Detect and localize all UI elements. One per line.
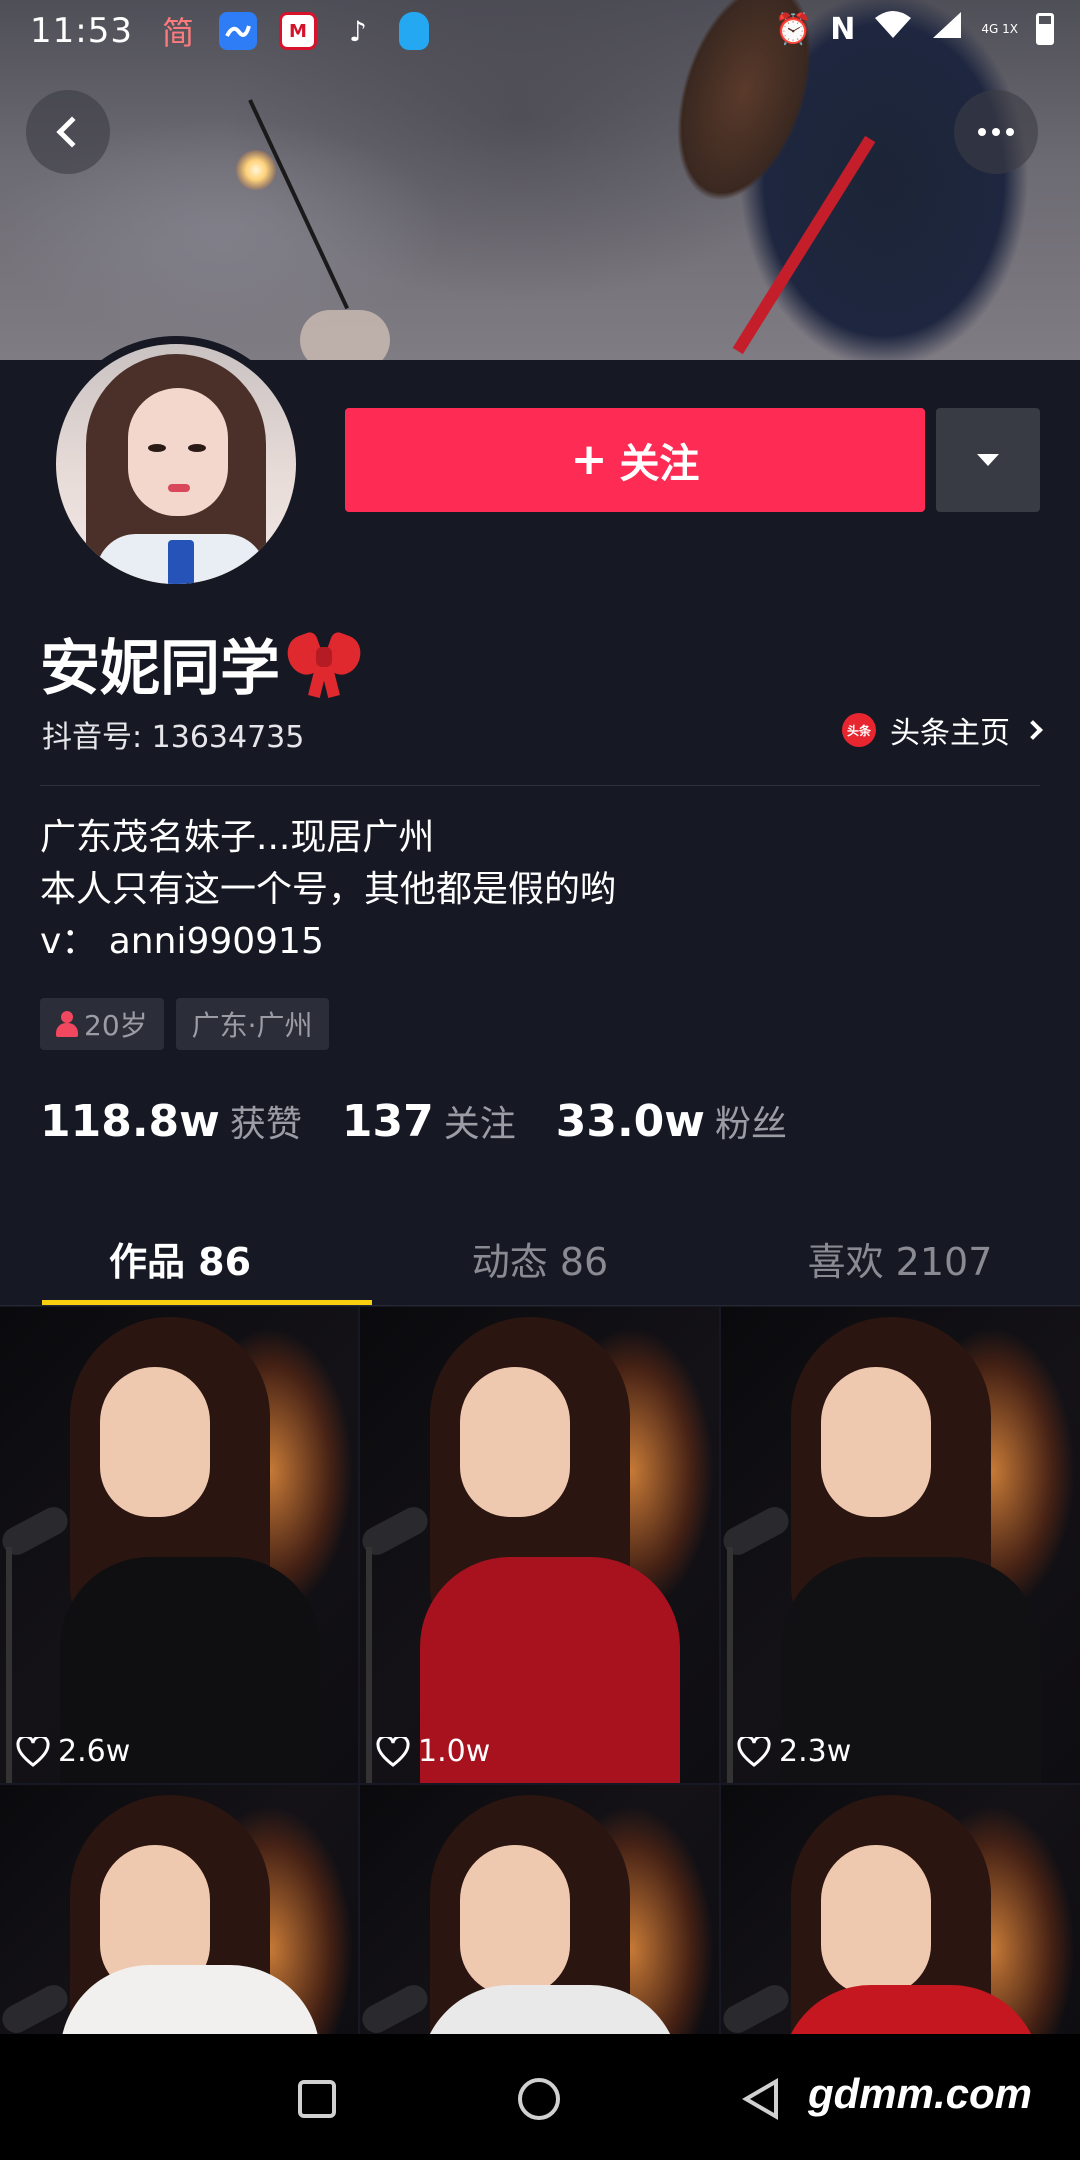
bio: 广东茂名妹子...现居广州 本人只有这一个号，其他都是假的哟 v： anni99… (40, 812, 616, 968)
red-app-icon: M (278, 12, 317, 50)
jian-text-icon: 简 (161, 14, 194, 52)
content-tabs: 作品 86 动态 86 喜欢 2107 (0, 1210, 1080, 1306)
video-thumbnail[interactable] (360, 1785, 719, 2045)
video-likes-count: 2.3w (779, 1734, 852, 1769)
system-back-button[interactable] (742, 2078, 778, 2120)
video-thumbnail[interactable] (0, 1785, 358, 2045)
video-thumbnail[interactable]: 2.6w (0, 1307, 358, 1783)
tiktok-icon: ♪ (349, 14, 367, 48)
follow-button[interactable]: + 关注 (345, 408, 925, 512)
likes-stat: 118.8w 获赞 (40, 1095, 302, 1147)
video-thumbnail[interactable]: 2.3w (721, 1307, 1080, 1783)
age-tag-label: 20岁 (84, 1009, 148, 1042)
blue-app-icon (218, 12, 257, 50)
tab-activity-label: 动态 86 (471, 1239, 609, 1284)
douyin-id: 抖音号: 13634735 (42, 720, 305, 755)
video-likes-count: 1.0w (418, 1734, 491, 1769)
video-thumbnail[interactable]: 1.0w (360, 1307, 719, 1783)
toutiao-label: 头条主页 (890, 716, 1010, 751)
banner-hand (300, 310, 390, 360)
age-tag: 20岁 (40, 998, 164, 1050)
video-likes: 2.6w (16, 1734, 130, 1769)
following-stat[interactable]: 137 关注 (342, 1095, 516, 1147)
sparkler-flame (236, 150, 276, 190)
chevron-right-icon (1023, 720, 1043, 740)
video-likes-count: 2.6w (58, 1734, 131, 1769)
nfc-icon: N (830, 11, 856, 47)
ribbon-bow-icon (282, 629, 366, 699)
video-grid: 2.6w 1.0w 2.3w (0, 1307, 1080, 2045)
followers-stat[interactable]: 33.0w 粉丝 (556, 1095, 787, 1147)
video-likes: 1.0w (376, 1734, 490, 1769)
tab-works-label: 作品 86 (108, 1239, 252, 1284)
following-label: 关注 (443, 1104, 516, 1145)
video-thumbnail[interactable] (721, 1785, 1080, 2045)
toutiao-icon: 头条 (842, 713, 876, 747)
profile-stats: 118.8w 获赞 137 关注 33.0w 粉丝 (40, 1095, 787, 1147)
avatar[interactable] (48, 336, 304, 592)
bio-line: 广东茂名妹子...现居广州 (40, 817, 435, 858)
notification-icons: 简 M ♪ (159, 12, 429, 52)
tab-likes[interactable]: 喜欢 2107 (720, 1210, 1080, 1306)
likes-count: 118.8w (40, 1096, 220, 1147)
tab-activity[interactable]: 动态 86 (360, 1210, 720, 1306)
home-button[interactable] (518, 2078, 560, 2120)
video-likes: 2.3w (737, 1734, 851, 1769)
bio-line: v： anni990915 (40, 921, 324, 962)
watermark: gdmm.com (808, 2070, 1033, 2117)
caret-down-icon (977, 454, 999, 466)
back-button[interactable] (26, 90, 110, 174)
display-name: 安妮同学 (40, 634, 280, 704)
tabs-divider (0, 1305, 1080, 1306)
following-count: 137 (341, 1096, 434, 1147)
tab-works[interactable]: 作品 86 (0, 1210, 372, 1306)
bio-line: 本人只有这一个号，其他都是假的哟 (40, 869, 617, 910)
followers-label: 粉丝 (714, 1104, 787, 1145)
avatar-image (56, 344, 296, 584)
cellular-signal-icon (931, 10, 963, 48)
followers-count: 33.0w (555, 1096, 705, 1147)
recent-apps-button[interactable] (298, 2080, 336, 2118)
more-options-button[interactable] (954, 90, 1038, 174)
recommend-dropdown-button[interactable] (936, 408, 1040, 512)
status-bar: 11:53 简 M ♪ ⏰ N 4G 1X (0, 0, 1080, 62)
heart-outline-icon (16, 1736, 50, 1767)
location-tag-label: 广东·广州 (191, 1009, 313, 1042)
system-navigation-bar: gdmm.com (0, 2034, 1080, 2160)
female-icon (56, 1011, 78, 1037)
network-type-label: 4G 1X (981, 22, 1018, 36)
system-status-icons: ⏰ N 4G 1X (775, 10, 1054, 48)
likes-label: 获赞 (229, 1104, 302, 1145)
heart-outline-icon (376, 1736, 410, 1767)
battery-icon (1036, 13, 1054, 45)
name-row: 安妮同学 (40, 620, 366, 707)
toutiao-homepage-link[interactable]: 头条 头条主页 (842, 708, 1043, 752)
follow-button-label: 关注 (619, 441, 700, 487)
plus-icon: + (570, 434, 608, 485)
profile-tags: 20岁 广东·广州 (40, 998, 329, 1050)
status-time: 11:53 (30, 11, 133, 51)
tab-likes-label: 喜欢 2107 (807, 1239, 993, 1284)
divider (40, 785, 1040, 786)
chevron-left-icon (56, 116, 88, 148)
heart-outline-icon (737, 1736, 771, 1767)
qq-icon (398, 12, 429, 50)
location-tag: 广东·广州 (175, 998, 329, 1050)
alarm-icon: ⏰ (774, 11, 813, 47)
wifi-icon (873, 10, 913, 48)
more-dots-icon (978, 128, 1014, 136)
